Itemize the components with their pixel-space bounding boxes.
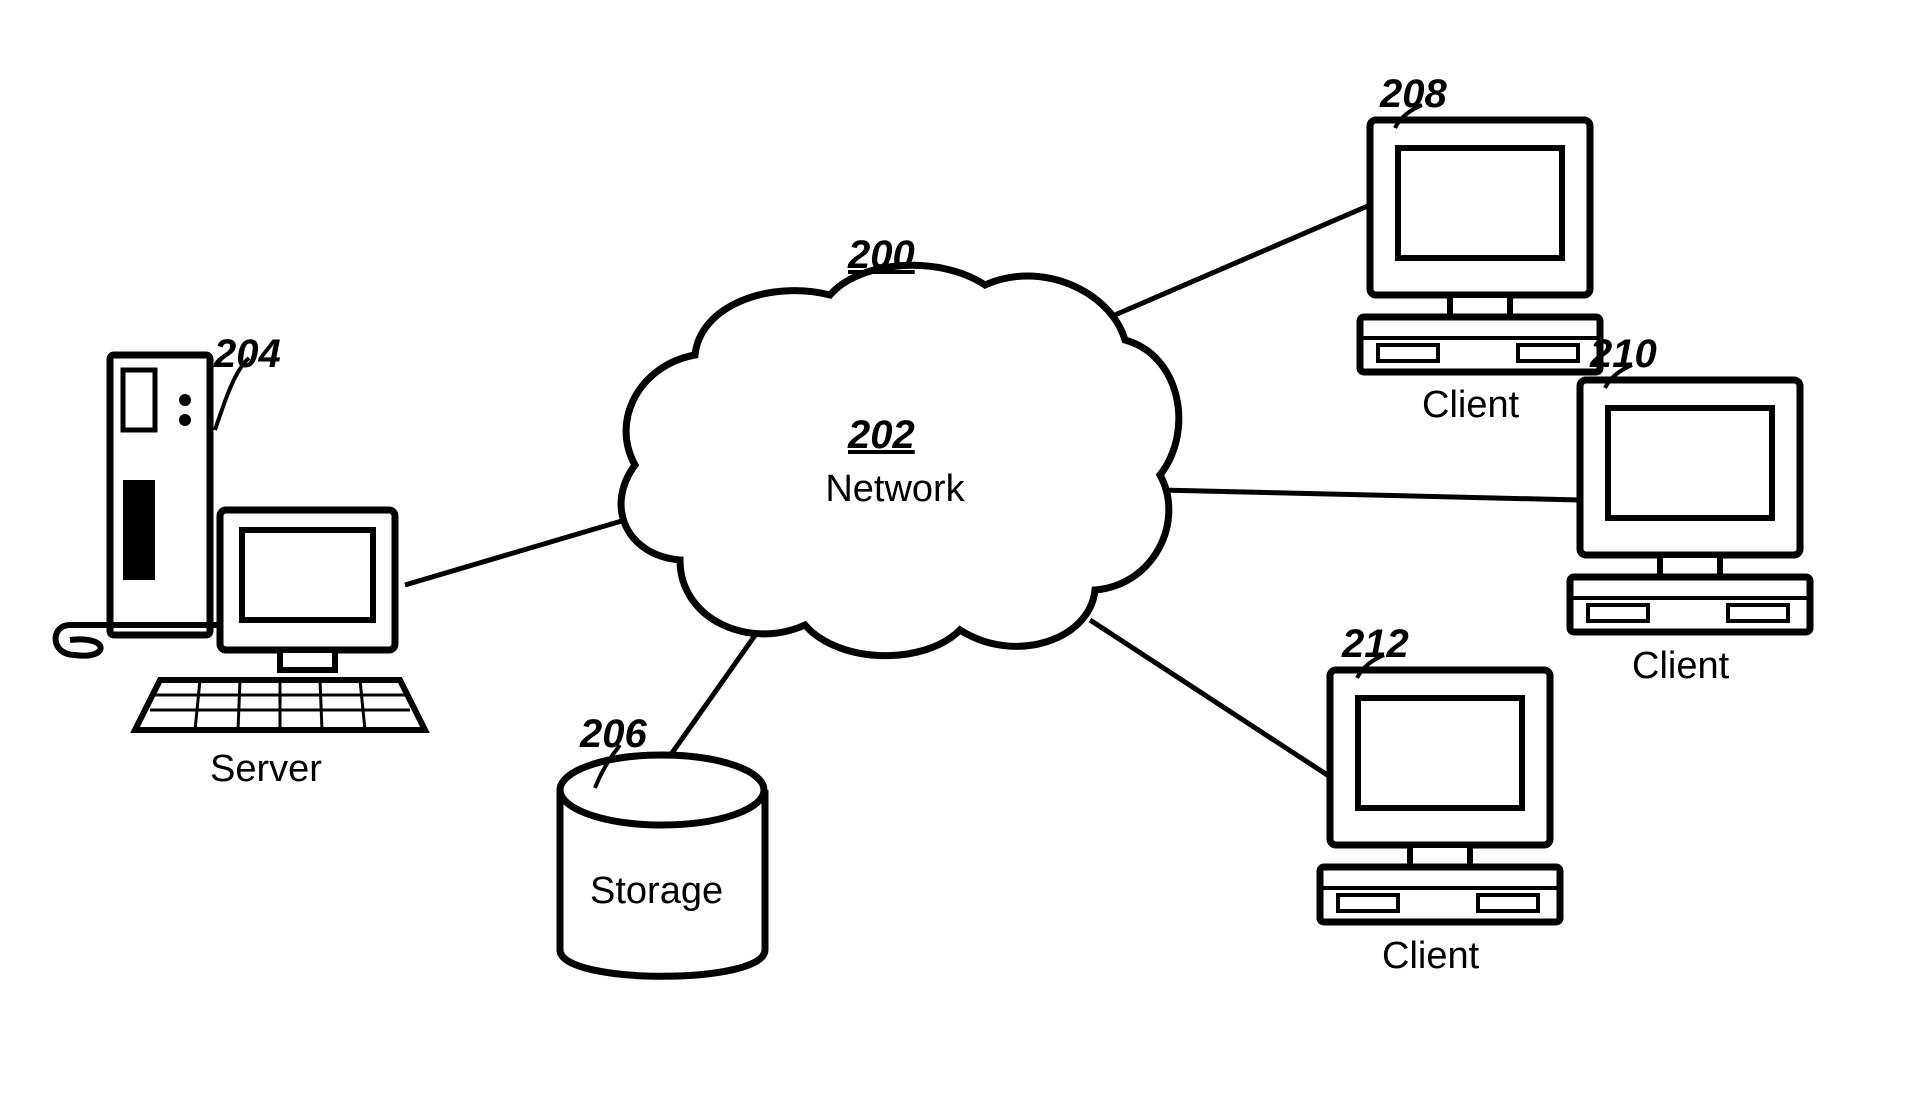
network-diagram: 200 202 204 206 208 210 212 Network Serv… <box>0 0 1918 1099</box>
client-212-label: Client <box>1382 935 1479 978</box>
cloud-label: Network <box>810 468 980 511</box>
connection-lines <box>0 0 1918 1099</box>
client-208-icon <box>1360 120 1600 372</box>
ref-204: 204 <box>214 332 281 377</box>
cloud-icon <box>621 265 1179 655</box>
server-keyboard-icon <box>135 680 425 730</box>
server-tower-icon <box>110 355 210 635</box>
storage-label: Storage <box>590 870 723 913</box>
client-212-icon <box>1320 670 1560 922</box>
ref-208: 208 <box>1380 72 1447 117</box>
client-210-icon <box>1570 380 1810 632</box>
storage-icon <box>560 755 765 976</box>
ref-210: 210 <box>1590 332 1657 377</box>
ref-212: 212 <box>1342 622 1409 667</box>
client-210-label: Client <box>1632 645 1729 688</box>
ref-206: 206 <box>580 712 647 757</box>
ref-202: 202 <box>848 413 915 458</box>
ref-200: 200 <box>848 233 915 278</box>
server-label: Server <box>210 748 322 791</box>
server-monitor-icon <box>56 510 395 670</box>
client-208-label: Client <box>1422 384 1519 427</box>
